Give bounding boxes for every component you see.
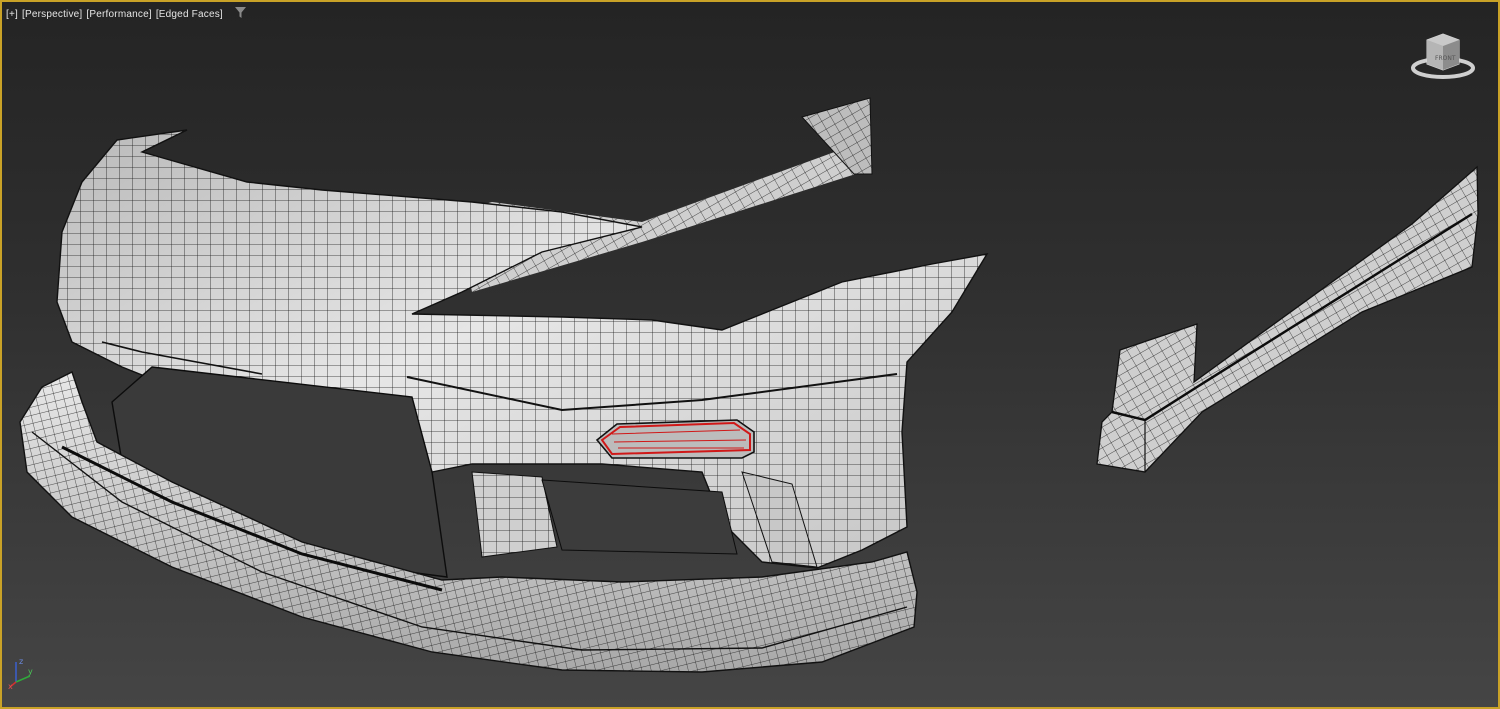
axis-y-label: y (28, 667, 33, 676)
axis-tripod-icon: z y x (8, 656, 36, 695)
filter-icon[interactable] (234, 7, 246, 21)
fog-light-opening[interactable] (595, 419, 755, 459)
axis-x-label: x (8, 682, 13, 690)
perspective-viewport[interactable]: [+] [Perspective] [Performance] [Edged F… (0, 0, 1500, 709)
viewport-performance-label[interactable]: [Performance] (86, 9, 151, 20)
viewport-point-of-view-label[interactable]: [Perspective] (22, 9, 82, 20)
side-skirt-right[interactable] (1096, 165, 1479, 473)
viewport-label-menu: [+] [Perspective] [Performance] [Edged F… (6, 7, 246, 21)
viewport-shading-label[interactable]: [Edged Faces] (156, 9, 223, 20)
scene-canvas[interactable] (2, 2, 1498, 707)
axis-z-label: z (19, 657, 23, 666)
viewcube-icon[interactable]: FRONT (1410, 30, 1476, 87)
viewcube-face-label: FRONT (1435, 55, 1456, 62)
viewport-menu-plus[interactable]: [+] (6, 9, 18, 20)
